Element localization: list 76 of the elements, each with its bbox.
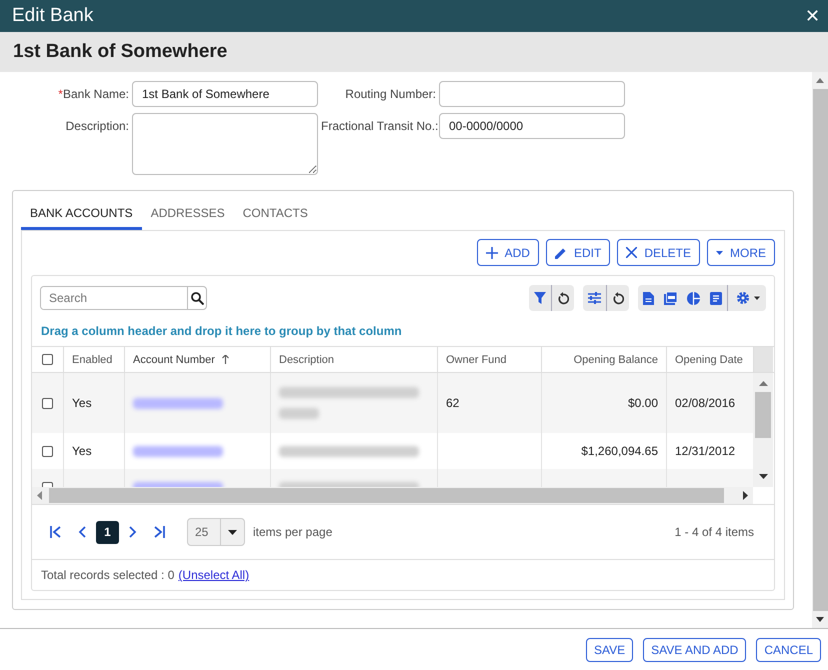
table-row[interactable]: Yes 62 $0.00 02/08/2016	[32, 373, 753, 433]
column-header[interactable]: Owner Fund	[446, 354, 507, 366]
column-header[interactable]: Opening Date	[675, 354, 743, 366]
field-label: Fractional Transit No.:	[321, 118, 436, 133]
select-all-checkbox[interactable]	[42, 354, 53, 365]
caret-icon	[228, 530, 237, 534]
field-label: *Bank Name:	[57, 86, 129, 101]
tab[interactable]: BANK ACCOUNTS	[21, 201, 142, 230]
routing-number-field[interactable]	[439, 81, 625, 107]
table-cell: 02/08/2016	[675, 396, 736, 410]
selection-count: Total records selected : 0	[41, 568, 174, 582]
table-cell: 62	[446, 396, 460, 410]
scrollbar-thumb[interactable]	[49, 488, 724, 503]
search-icon	[190, 292, 204, 304]
last-page-icon	[153, 526, 165, 538]
column-header[interactable]: Account Number	[133, 354, 215, 366]
close-icon	[626, 247, 638, 258]
table-cell: Yes	[72, 396, 92, 410]
bank-name-field[interactable]: 1st Bank of Somewhere	[132, 81, 318, 107]
unselect-all-link[interactable]: (Unselect All)	[178, 568, 250, 582]
file-icon	[643, 292, 654, 304]
plus-icon	[486, 246, 498, 258]
pdf-icon	[664, 292, 677, 304]
page-size-label: items per page	[253, 525, 332, 539]
footer-button[interactable]: SAVE	[586, 638, 634, 662]
field-label: Routing Number:	[344, 86, 436, 101]
pager-summary: 1 - 4 of 4 items	[674, 525, 754, 539]
row-checkbox[interactable]	[42, 398, 53, 408]
tab[interactable]: ADDRESSES	[142, 201, 234, 230]
table-cell: Yes	[72, 444, 92, 458]
row-checkbox[interactable]	[42, 446, 53, 456]
refresh-icon	[612, 292, 624, 304]
caret-icon	[716, 250, 723, 254]
table-cell: $1,260,094.65	[581, 444, 658, 458]
close-button[interactable]: ✕	[805, 5, 820, 27]
first-page-icon	[50, 526, 62, 538]
footer-button[interactable]: SAVE AND ADD	[643, 638, 746, 662]
scroll-left-icon[interactable]	[37, 491, 42, 500]
settings-icon	[736, 291, 760, 305]
table-cell: $0.00	[628, 396, 658, 410]
search-field[interactable]: Search	[40, 286, 207, 310]
chevron-left-icon	[78, 526, 86, 538]
refresh-icon	[557, 292, 569, 304]
window-title: Edit Bank	[12, 5, 94, 27]
pencil-icon	[554, 246, 567, 258]
field-label: Description:	[64, 118, 129, 133]
page-size-dropdown[interactable]: 25	[187, 518, 245, 546]
page-button[interactable]: 1	[96, 520, 119, 544]
column-header[interactable]: Enabled	[72, 354, 112, 366]
scrollbar-thumb[interactable]	[755, 392, 771, 438]
scroll-down-icon[interactable]	[816, 617, 824, 622]
vertical-scrollbar[interactable]	[753, 373, 773, 487]
document-icon	[710, 292, 722, 304]
tab[interactable]: CONTACTS	[234, 201, 317, 230]
column-header[interactable]: Description	[279, 354, 334, 366]
action-button[interactable]: ADD	[476, 239, 539, 266]
footer-button[interactable]: CANCEL	[756, 638, 821, 662]
table-cell: 12/31/2012	[675, 444, 736, 458]
bank-title: 1st Bank of Somewhere	[13, 41, 228, 63]
action-button[interactable]: DELETE	[617, 239, 700, 266]
scroll-right-icon[interactable]	[743, 491, 748, 500]
pie-chart-icon	[687, 292, 700, 304]
description-field[interactable]	[132, 113, 318, 175]
fractional-transit-field[interactable]: 00-0000/0000	[439, 113, 625, 139]
scroll-up-icon[interactable]	[816, 78, 824, 83]
scroll-up-icon[interactable]	[758, 381, 768, 386]
group-hint: Drag a column header and drop it here to group by that column	[40, 323, 403, 340]
scroll-down-icon[interactable]	[758, 474, 768, 479]
redacted-text	[279, 408, 319, 419]
horizontal-scrollbar[interactable]	[32, 487, 753, 504]
action-button[interactable]: EDIT	[546, 239, 610, 266]
column-header[interactable]: Opening Balance	[574, 354, 658, 366]
sliders-icon	[588, 292, 601, 304]
action-button[interactable]: MORE	[707, 239, 775, 266]
filter-icon	[534, 292, 546, 304]
chevron-right-icon	[129, 526, 137, 538]
